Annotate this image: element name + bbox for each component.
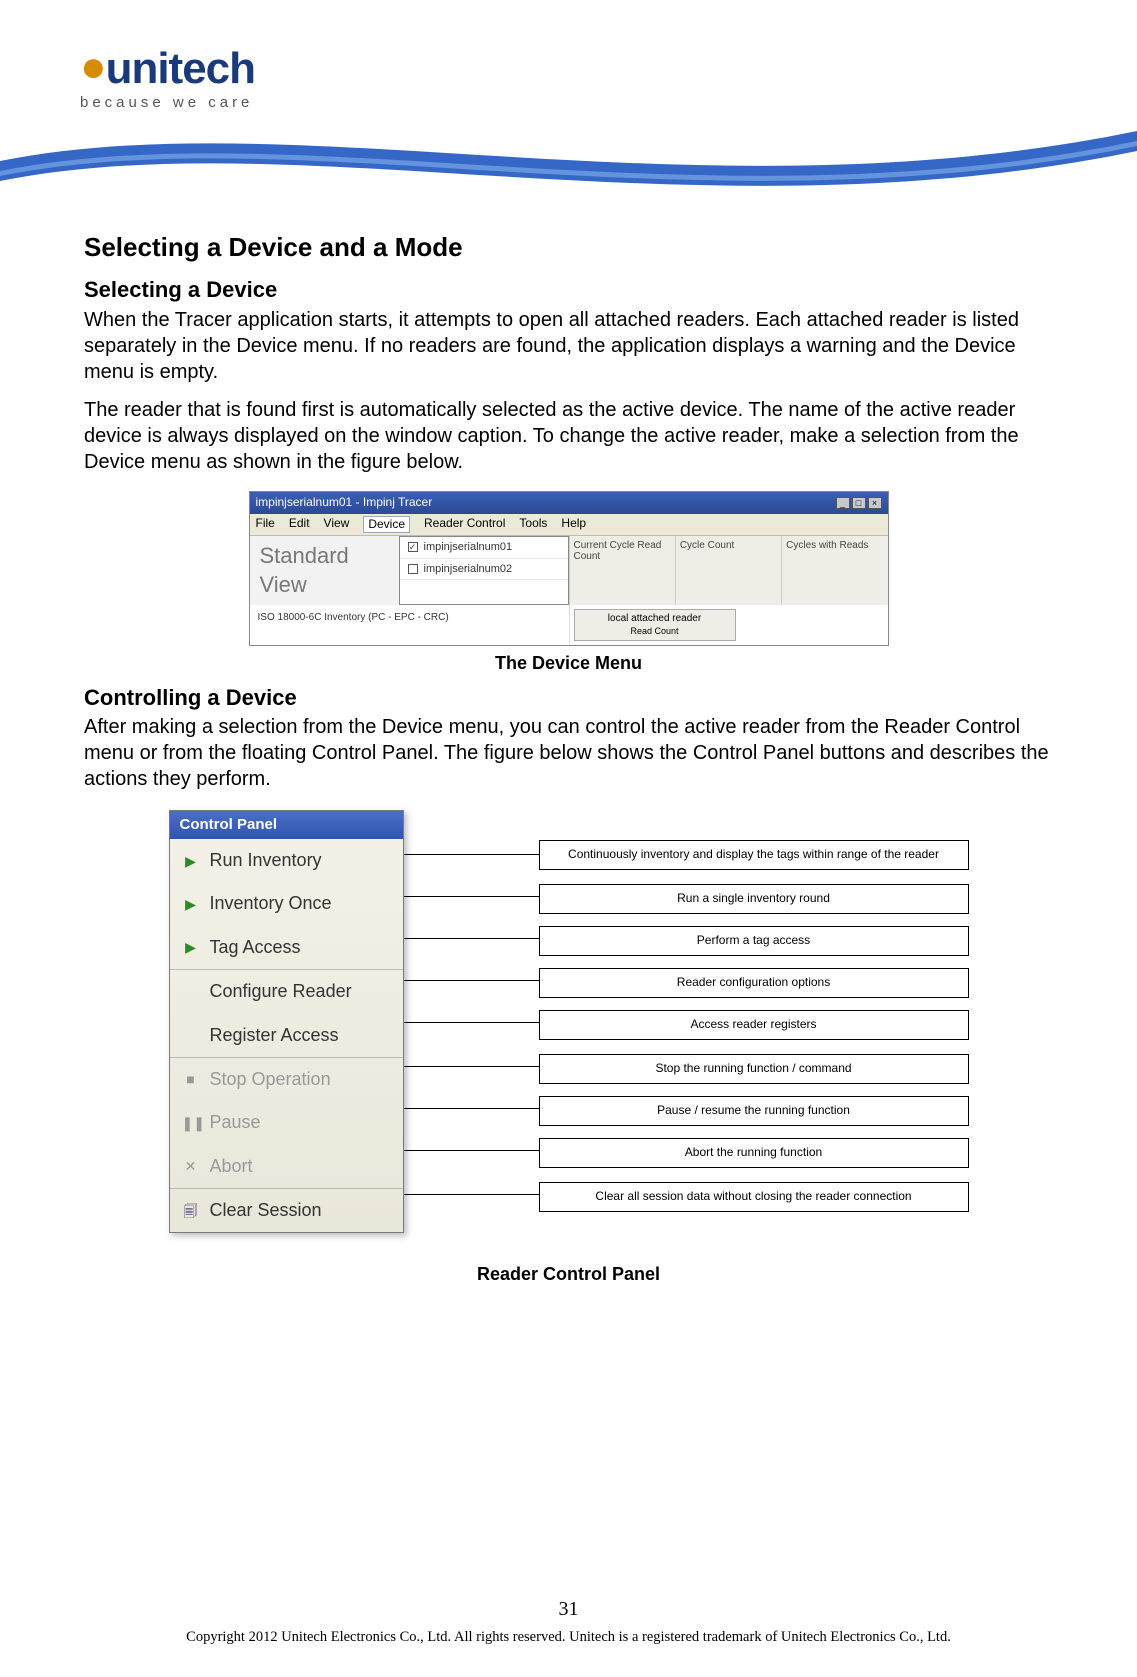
tag-access-button[interactable]: ▶ Tag Access	[170, 926, 403, 969]
desc-stop-operation: Stop the running function / command	[539, 1054, 969, 1084]
inventory-once-button[interactable]: ▶ Inventory Once	[170, 882, 403, 925]
control-panel-title: Control Panel	[170, 811, 403, 839]
device-option-2[interactable]: impinjserialnum02	[400, 559, 568, 580]
clear-session-button[interactable]: 🗐 Clear Session	[170, 1189, 403, 1232]
device-option-1[interactable]: impinjserialnum01	[400, 537, 568, 558]
desc-register-access: Access reader registers	[539, 1010, 969, 1040]
close-icon[interactable]: ×	[868, 497, 882, 509]
menu-help[interactable]: Help	[561, 516, 586, 534]
descriptions-column: Continuously inventory and display the t…	[404, 810, 969, 1233]
desc-run-inventory: Continuously inventory and display the t…	[539, 840, 969, 870]
play-icon: ▶	[182, 938, 200, 956]
figure-device-menu: impinjserialnum01 - Impinj Tracer _ □ × …	[249, 491, 889, 646]
brand-name: unitech	[106, 44, 255, 93]
copyright-text: Copyright 2012 Unitech Electronics Co., …	[0, 1628, 1137, 1647]
abort-icon: ✕	[182, 1157, 200, 1175]
window-titlebar: impinjserialnum01 - Impinj Tracer _ □ ×	[250, 492, 888, 514]
checkbox-icon	[408, 564, 418, 574]
menu-reader-control[interactable]: Reader Control	[424, 516, 505, 534]
heading-main: Selecting a Device and a Mode	[84, 231, 1053, 265]
menubar: File Edit View Device Reader Control Too…	[250, 514, 888, 537]
page-footer: 31 Copyright 2012 Unitech Electronics Co…	[0, 1596, 1137, 1647]
abort-button[interactable]: ✕ Abort	[170, 1145, 403, 1188]
figure-control-panel: Control Panel ▶ Run Inventory ▶ Inventor…	[169, 810, 969, 1233]
caption-control-panel: Reader Control Panel	[84, 1263, 1053, 1286]
col-cycle-count: Cycle Count	[675, 536, 781, 605]
standard-view-label: Standard View	[250, 536, 400, 605]
maximize-icon[interactable]: □	[852, 497, 866, 509]
para-1: When the Tracer application starts, it a…	[84, 307, 1053, 385]
caption-device-menu: The Device Menu	[84, 652, 1053, 675]
desc-clear-session: Clear all session data without closing t…	[539, 1182, 969, 1212]
desc-tag-access: Perform a tag access	[539, 926, 969, 956]
desc-abort: Abort the running function	[539, 1138, 969, 1168]
para-3: After making a selection from the Device…	[84, 714, 1053, 792]
checkbox-checked-icon	[408, 542, 418, 552]
minimize-icon[interactable]: _	[836, 497, 850, 509]
desc-configure-reader: Reader configuration options	[539, 968, 969, 998]
desc-pause: Pause / resume the running function	[539, 1096, 969, 1126]
menu-device[interactable]: Device	[363, 516, 410, 534]
register-access-button[interactable]: Register Access	[170, 1014, 403, 1057]
stop-icon: ■	[182, 1070, 200, 1088]
heading-controlling-device: Controlling a Device	[84, 684, 1053, 713]
menu-tools[interactable]: Tools	[519, 516, 547, 534]
clear-icon: 🗐	[182, 1202, 200, 1220]
menu-view[interactable]: View	[324, 516, 350, 534]
device-dropdown: impinjserialnum01 impinjserialnum02	[399, 536, 569, 605]
menu-file[interactable]: File	[256, 516, 275, 534]
stop-operation-button[interactable]: ■ Stop Operation	[170, 1058, 403, 1101]
pause-button[interactable]: ❚❚ Pause	[170, 1101, 403, 1144]
desc-inventory-once: Run a single inventory round	[539, 884, 969, 914]
col-cycles-with-reads: Cycles with Reads	[781, 536, 887, 605]
header-swoosh	[0, 121, 1137, 211]
para-2: The reader that is found first is automa…	[84, 397, 1053, 475]
pause-icon: ❚❚	[182, 1114, 200, 1132]
page-number: 31	[0, 1596, 1137, 1622]
heading-selecting-device: Selecting a Device	[84, 276, 1053, 305]
run-inventory-button[interactable]: ▶ Run Inventory	[170, 839, 403, 882]
configure-reader-button[interactable]: Configure Reader	[170, 970, 403, 1013]
menu-edit[interactable]: Edit	[289, 516, 310, 534]
play-icon: ▶	[182, 852, 200, 870]
iso-label: ISO 18000-6C Inventory (PC - EPC - CRC)	[250, 605, 570, 645]
window-title: impinjserialnum01 - Impinj Tracer	[256, 495, 433, 511]
play-icon: ▶	[182, 895, 200, 913]
local-reader-button[interactable]: local attached readerRead Count	[574, 609, 736, 641]
control-panel: Control Panel ▶ Run Inventory ▶ Inventor…	[169, 810, 404, 1233]
col-current-cycle: Current Cycle Read Count	[569, 536, 675, 605]
